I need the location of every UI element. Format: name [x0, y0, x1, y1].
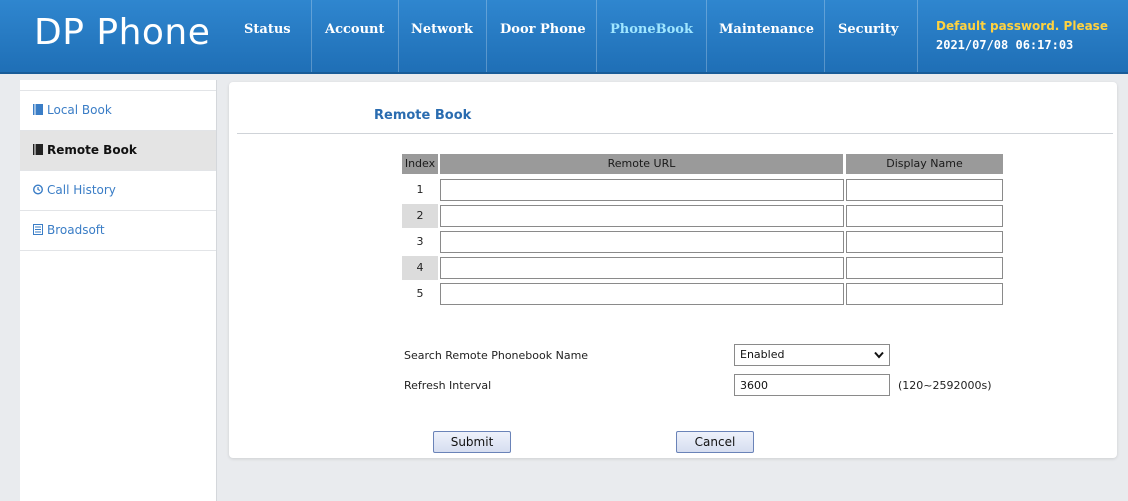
nav-door-phone[interactable]: Door Phone	[500, 22, 586, 37]
main-panel: Remote Book Index Remote URL Display Nam…	[229, 82, 1117, 458]
sidebar-divider	[20, 250, 216, 251]
nav-divider	[706, 0, 707, 72]
submit-button[interactable]: Submit	[433, 431, 511, 453]
refresh-interval-input[interactable]	[734, 374, 890, 396]
remote-url-input[interactable]	[440, 179, 844, 201]
book-icon	[33, 144, 43, 155]
search-remote-name-select[interactable]: Enabled	[734, 344, 890, 366]
nav-phonebook[interactable]: PhoneBook	[610, 22, 693, 37]
column-header-remote-url: Remote URL	[440, 154, 843, 174]
sidebar-item-label: Call History	[47, 183, 116, 197]
nav-network[interactable]: Network	[411, 22, 473, 37]
remote-url-input[interactable]	[440, 205, 844, 227]
remote-url-input[interactable]	[440, 257, 844, 279]
sidebar: Local Book Remote Book Call History Broa…	[20, 80, 217, 501]
clock-icon	[33, 184, 43, 195]
book-icon	[33, 104, 43, 115]
display-name-input[interactable]	[846, 283, 1003, 305]
top-header: DP Phone Status Account Network Door Pho…	[0, 0, 1128, 74]
remote-url-input[interactable]	[440, 283, 844, 305]
sidebar-item-call-history[interactable]: Call History	[20, 170, 216, 210]
sidebar-item-local-book[interactable]: Local Book	[20, 90, 216, 130]
sidebar-item-broadsoft[interactable]: Broadsoft	[20, 210, 216, 250]
display-name-input[interactable]	[846, 179, 1003, 201]
row-index: 3	[416, 235, 424, 248]
row-index: 1	[416, 183, 424, 196]
nav-divider	[486, 0, 487, 72]
row-index: 4	[402, 256, 438, 280]
refresh-interval-hint: (120~2592000s)	[898, 379, 992, 392]
nav-divider	[917, 0, 918, 72]
refresh-interval-label: Refresh Interval	[404, 379, 492, 392]
nav-divider	[824, 0, 825, 72]
nav-divider	[596, 0, 597, 72]
row-index: 2	[402, 204, 438, 228]
search-remote-name-label: Search Remote Phonebook Name	[404, 349, 589, 362]
column-header-index: Index	[402, 154, 438, 174]
select-value: Enabled	[740, 348, 785, 361]
default-password-notice[interactable]: Default password. Please	[936, 19, 1108, 33]
title-divider	[237, 133, 1113, 134]
cancel-button[interactable]: Cancel	[676, 431, 754, 453]
sidebar-item-label: Broadsoft	[47, 223, 105, 237]
nav-maintenance[interactable]: Maintenance	[719, 22, 814, 37]
sidebar-item-label: Local Book	[47, 103, 112, 117]
remote-url-input[interactable]	[440, 231, 844, 253]
sidebar-item-label: Remote Book	[47, 143, 137, 157]
nav-status[interactable]: Status	[244, 22, 291, 37]
chevron-down-icon	[874, 351, 884, 359]
sidebar-item-remote-book[interactable]: Remote Book	[20, 130, 216, 170]
nav-security[interactable]: Security	[838, 22, 898, 37]
display-name-input[interactable]	[846, 205, 1003, 227]
display-name-input[interactable]	[846, 231, 1003, 253]
page-title: Remote Book	[374, 108, 472, 123]
column-header-display-name: Display Name	[846, 154, 1003, 174]
list-icon	[33, 224, 43, 235]
nav-account[interactable]: Account	[325, 22, 385, 37]
nav-divider	[311, 0, 312, 72]
nav-divider	[398, 0, 399, 72]
row-index: 5	[416, 287, 424, 300]
header-datetime: 2021/07/08 06:17:03	[936, 38, 1074, 52]
display-name-input[interactable]	[846, 257, 1003, 279]
brand-logo: DP Phone	[34, 12, 211, 53]
